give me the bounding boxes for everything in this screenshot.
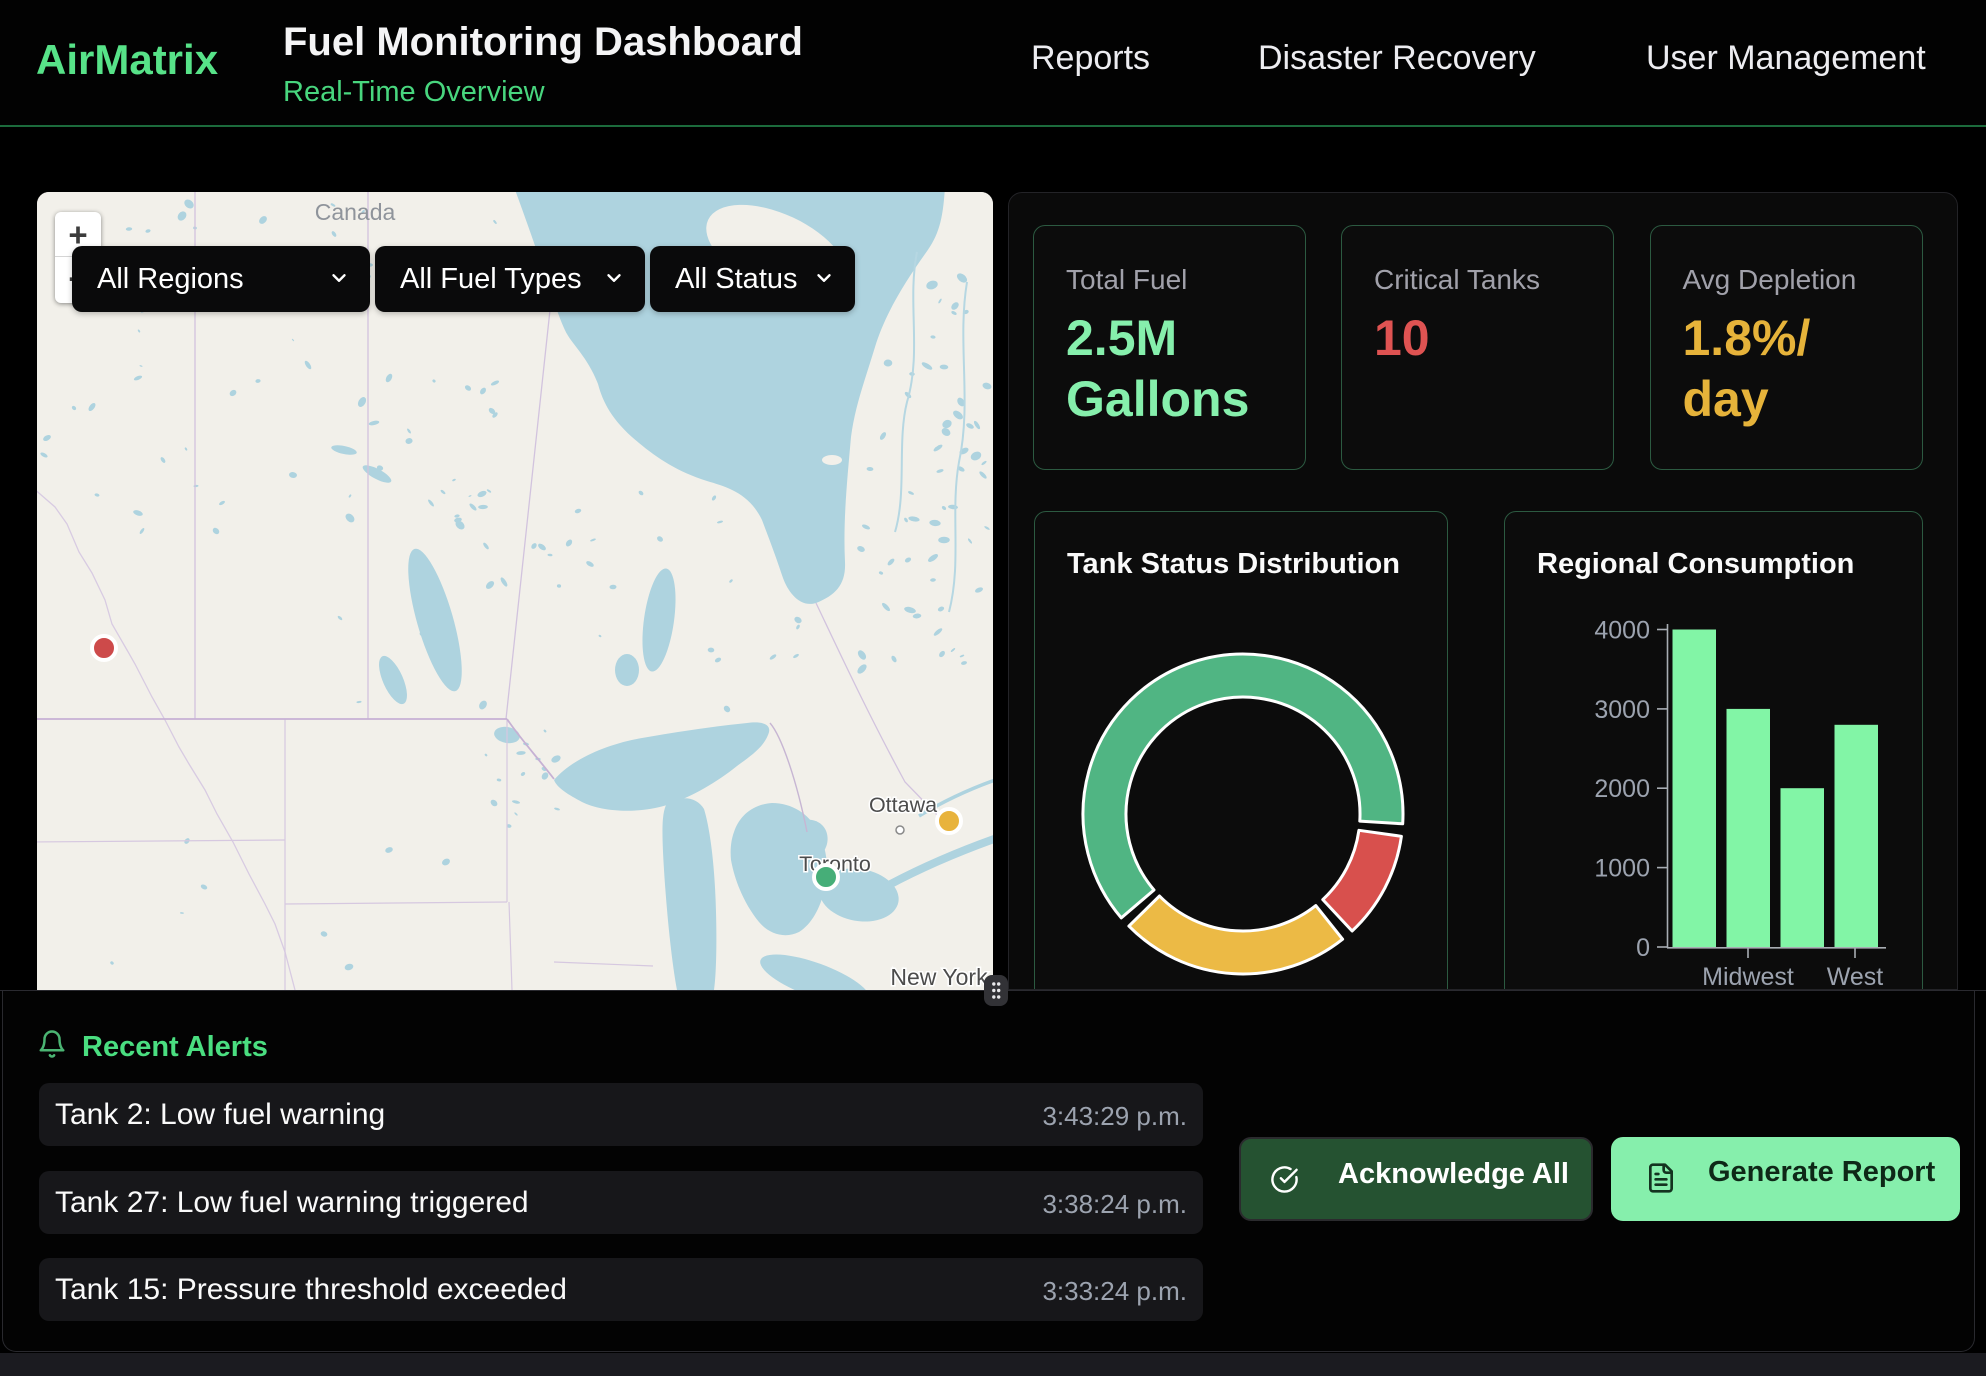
svg-text:Ottawa: Ottawa (869, 793, 937, 817)
svg-text:0: 0 (1636, 934, 1650, 962)
svg-text:Midwest: Midwest (1702, 963, 1794, 990)
svg-text:Canada: Canada (315, 199, 396, 225)
svg-text:2000: 2000 (1594, 775, 1650, 803)
svg-text:New York: New York (890, 964, 988, 990)
svg-text:4000: 4000 (1594, 617, 1650, 645)
svg-text:1000: 1000 (1594, 855, 1650, 883)
svg-text:West: West (1827, 963, 1884, 990)
svg-text:3000: 3000 (1594, 696, 1650, 724)
